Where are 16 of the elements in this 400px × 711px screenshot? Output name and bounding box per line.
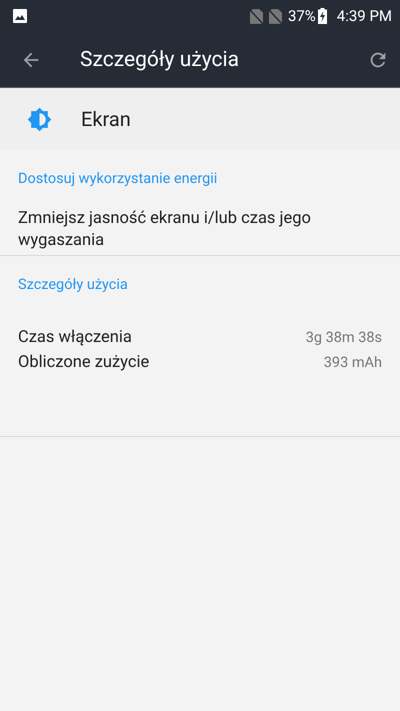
image-icon bbox=[13, 9, 27, 23]
detail-label: Obliczone zużycie bbox=[18, 353, 150, 372]
detail-value: 3g 38m 38s bbox=[306, 329, 382, 346]
detail-value: 393 mAh bbox=[324, 354, 382, 371]
battery-charging-icon bbox=[318, 8, 327, 24]
no-sim-icon bbox=[268, 8, 282, 24]
brightness-icon bbox=[27, 106, 52, 132]
app-name: Ekran bbox=[81, 107, 131, 131]
battery-percent: 37% bbox=[288, 7, 316, 25]
section-title: Szczegóły użycia bbox=[18, 275, 129, 295]
clock: 4:39 PM bbox=[336, 7, 392, 25]
toolbar-title: Szczegóły użycia bbox=[80, 48, 240, 72]
section-title: Dostosuj wykorzystanie energii bbox=[18, 169, 218, 189]
no-sim-icon bbox=[250, 8, 263, 24]
suggestion-item[interactable]: Zmniejsz jasność ekranu i/lub czas jego wygaszania bbox=[18, 208, 382, 252]
detail-label: Czas włączenia bbox=[18, 328, 132, 347]
